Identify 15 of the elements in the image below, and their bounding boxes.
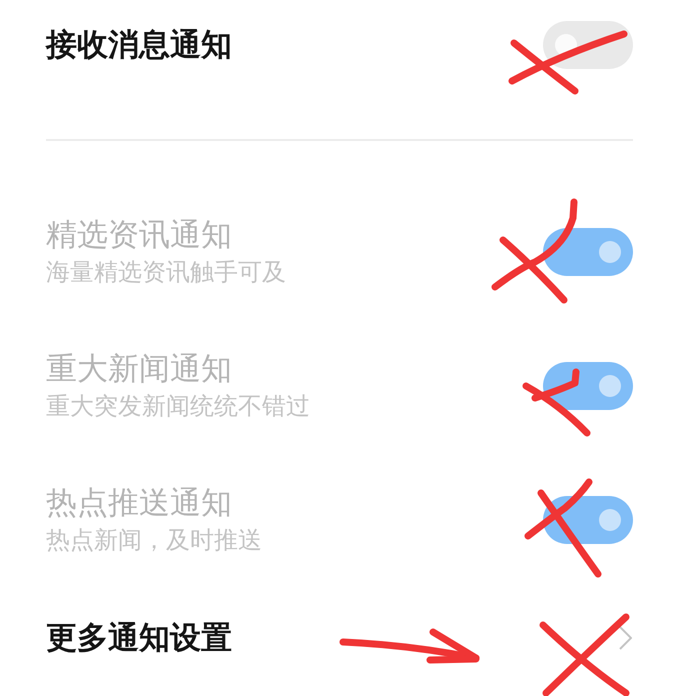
setting-title: 热点推送通知: [46, 485, 232, 521]
more-settings-link[interactable]: 更多通知设置: [46, 587, 633, 689]
chevron-right-icon: [619, 626, 632, 650]
setting-title: 接收消息通知: [46, 27, 232, 63]
cross-mark-icon: [540, 614, 630, 696]
cross-mark-icon: [492, 198, 578, 304]
setting-description: 热点新闻，及时推送: [46, 525, 262, 555]
setting-title: 重大新闻通知: [46, 351, 232, 387]
setting-description: 海量精选资讯触手可及: [46, 257, 286, 287]
cross-mark-icon: [522, 368, 590, 436]
setting-description: 重大突发新闻统统不错过: [46, 391, 310, 421]
setting-title: 精选资讯通知: [46, 217, 232, 253]
cross-mark-icon: [508, 30, 628, 94]
cross-mark-icon: [524, 478, 602, 578]
arrow-icon: [340, 628, 480, 664]
